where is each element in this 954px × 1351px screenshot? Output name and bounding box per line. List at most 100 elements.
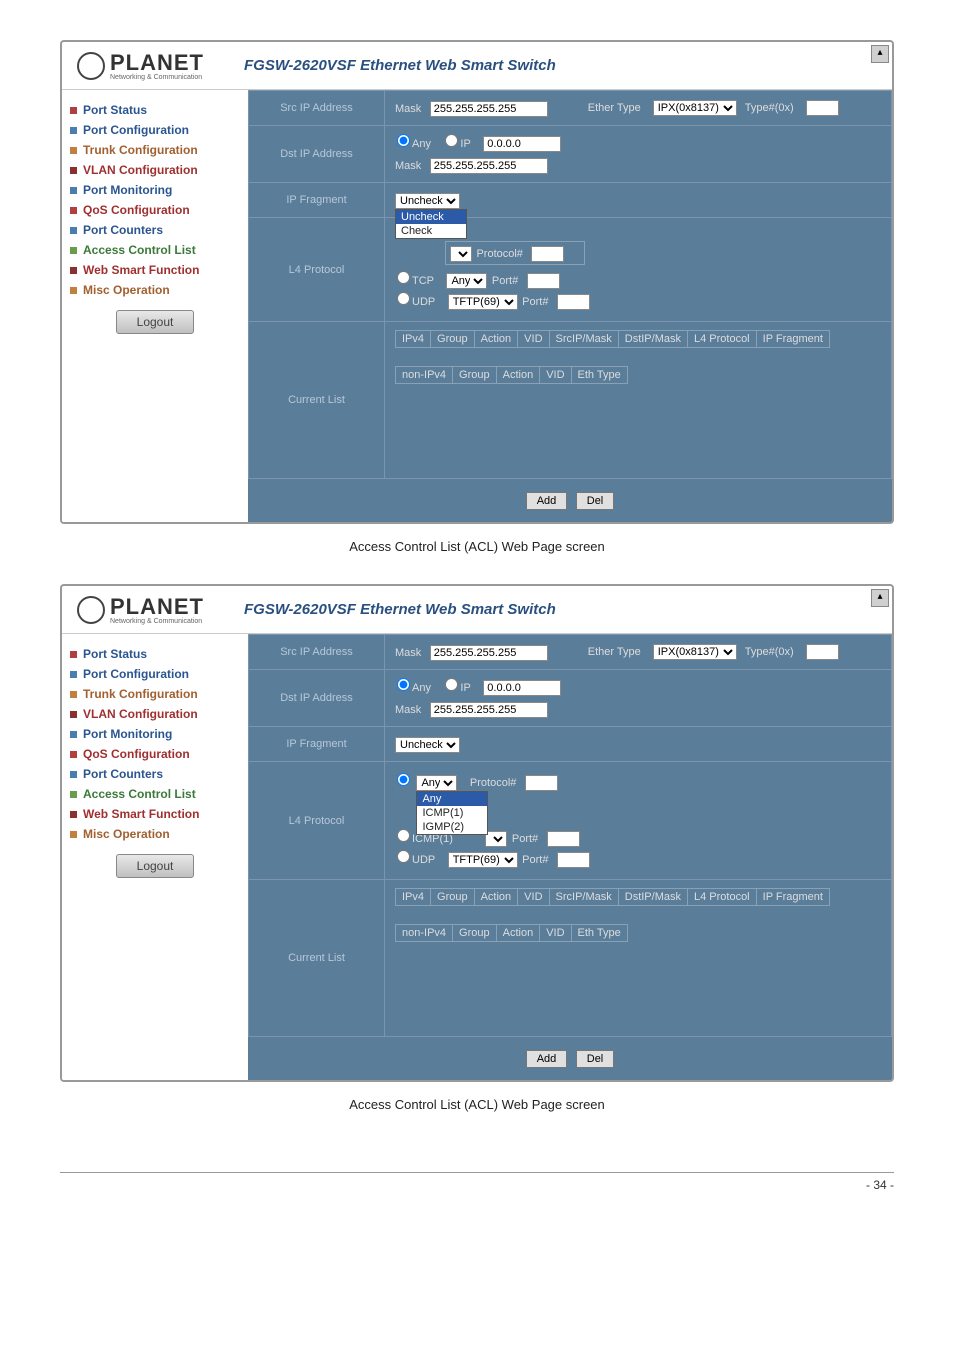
ipv4-table: IPv4GroupActionVIDSrcIP/MaskDstIP/MaskL4… xyxy=(395,330,830,348)
tcp-select[interactable]: Any xyxy=(446,273,487,289)
sidebar-item-web-smart[interactable]: Web Smart Function xyxy=(70,804,240,824)
header: PLANET Networking & Communication FGSW-2… xyxy=(62,586,892,634)
udp-select[interactable]: TFTP(69) xyxy=(448,294,518,310)
product-title: FGSW-2620VSF Ethernet Web Smart Switch xyxy=(244,57,556,74)
sidebar-item-port-counters[interactable]: Port Counters xyxy=(70,764,240,784)
logo-subtitle: Networking & Communication xyxy=(110,618,204,625)
main-panel: Src IP Address Mask Ether Type IPX(0x813… xyxy=(248,634,892,1080)
header: PLANET Networking & Communication FGSW-2… xyxy=(62,42,892,90)
sidebar-item-misc[interactable]: Misc Operation xyxy=(70,280,240,300)
logo: PLANET Networking & Communication xyxy=(77,594,204,625)
logo-icon xyxy=(77,52,105,80)
l4-protocol-label: L4 Protocol xyxy=(249,762,385,880)
src-ip-label: Src IP Address xyxy=(249,91,385,126)
logo-icon xyxy=(77,596,105,624)
nonipv4-table: non-IPv4GroupActionVIDEth Type xyxy=(395,366,628,384)
sidebar-item-misc[interactable]: Misc Operation xyxy=(70,824,240,844)
ether-type-label: Ether Type xyxy=(588,646,641,658)
ip-fragment-label: IP Fragment xyxy=(249,727,385,762)
dst-ip-radio[interactable] xyxy=(445,678,458,691)
ip-fragment-select[interactable]: Uncheck xyxy=(395,737,460,753)
current-list-label: Current List xyxy=(249,322,385,479)
l4-dropdown-list[interactable]: Any ICMP(1) IGMP(2) xyxy=(416,791,488,835)
logo-text: PLANET xyxy=(110,594,204,620)
l4-protocol-label: L4 Protocol xyxy=(249,218,385,322)
sidebar-item-port-status[interactable]: Port Status xyxy=(70,644,240,664)
ip-fragment-select[interactable]: Uncheck xyxy=(395,193,460,209)
ip-fragment-label: IP Fragment xyxy=(249,183,385,218)
udp-port-input[interactable] xyxy=(557,852,590,868)
sidebar-item-web-smart[interactable]: Web Smart Function xyxy=(70,260,240,280)
logout-button[interactable]: Logout xyxy=(116,310,195,334)
udp-port-input[interactable] xyxy=(557,294,590,310)
ether-type-label: Ether Type xyxy=(588,102,641,114)
sidebar-item-acl[interactable]: Access Control List xyxy=(70,240,240,260)
sidebar-item-trunk-config[interactable]: Trunk Configuration xyxy=(70,140,240,160)
sidebar-item-qos-config[interactable]: QoS Configuration xyxy=(70,200,240,220)
acl-screenshot-1: ▴ ▾ PLANET Networking & Communication FG… xyxy=(60,40,894,524)
tcp-radio[interactable] xyxy=(397,271,410,284)
sidebar: Port Status Port Configuration Trunk Con… xyxy=(62,634,248,1080)
ether-type-select[interactable]: IPX(0x8137) xyxy=(653,100,737,116)
sidebar-item-port-config[interactable]: Port Configuration xyxy=(70,664,240,684)
type-hash-input[interactable] xyxy=(806,644,839,660)
sidebar-item-vlan-config[interactable]: VLAN Configuration xyxy=(70,160,240,180)
src-ip-label: Src IP Address xyxy=(249,635,385,670)
ether-type-select[interactable]: IPX(0x8137) xyxy=(653,644,737,660)
del-button[interactable]: Del xyxy=(576,1050,615,1068)
sidebar-item-port-monitor[interactable]: Port Monitoring xyxy=(70,180,240,200)
l4-select[interactable]: Any xyxy=(416,775,457,791)
scroll-up-icon[interactable]: ▴ xyxy=(871,45,889,63)
caption-2: Access Control List (ACL) Web Page scree… xyxy=(60,1097,894,1112)
dst-ip-input[interactable] xyxy=(483,680,561,696)
sidebar-item-port-config[interactable]: Port Configuration xyxy=(70,120,240,140)
dst-mask-input[interactable] xyxy=(430,158,548,174)
port-input[interactable] xyxy=(547,831,580,847)
dst-ip-input[interactable] xyxy=(483,136,561,152)
add-button[interactable]: Add xyxy=(526,492,568,510)
dst-any-radio[interactable] xyxy=(397,134,410,147)
add-button[interactable]: Add xyxy=(526,1050,568,1068)
sidebar-item-vlan-config[interactable]: VLAN Configuration xyxy=(70,704,240,724)
product-title: FGSW-2620VSF Ethernet Web Smart Switch xyxy=(244,601,556,618)
dst-mask-input[interactable] xyxy=(430,702,548,718)
sidebar-item-port-counters[interactable]: Port Counters xyxy=(70,220,240,240)
logo-text: PLANET xyxy=(110,50,204,76)
logo: PLANET Networking & Communication xyxy=(77,50,204,81)
scroll-up-icon[interactable]: ▴ xyxy=(871,589,889,607)
protocol-num-input[interactable] xyxy=(525,775,558,791)
icmp-radio[interactable] xyxy=(397,829,410,842)
l4-any-radio[interactable] xyxy=(397,773,410,786)
udp-select[interactable]: TFTP(69) xyxy=(448,852,518,868)
del-button[interactable]: Del xyxy=(576,492,615,510)
main-panel: Src IP Address Mask Ether Type IPX(0x813… xyxy=(248,90,892,522)
type-hash-input[interactable] xyxy=(806,100,839,116)
current-list-label: Current List xyxy=(249,880,385,1037)
ipv4-table: IPv4GroupActionVIDSrcIP/MaskDstIP/MaskL4… xyxy=(395,888,830,906)
caption-1: Access Control List (ACL) Web Page scree… xyxy=(60,539,894,554)
acl-screenshot-2: ▴ ▾ PLANET Networking & Communication FG… xyxy=(60,584,894,1082)
udp-radio[interactable] xyxy=(397,292,410,305)
sidebar-item-port-status[interactable]: Port Status xyxy=(70,100,240,120)
sidebar-item-trunk-config[interactable]: Trunk Configuration xyxy=(70,684,240,704)
fragment-dropdown-list[interactable]: Uncheck Check xyxy=(395,209,467,239)
logout-button[interactable]: Logout xyxy=(116,854,195,878)
dst-ip-radio[interactable] xyxy=(445,134,458,147)
tcp-port-input[interactable] xyxy=(527,273,560,289)
dst-ip-label: Dst IP Address xyxy=(249,126,385,183)
protocol-select[interactable] xyxy=(450,246,472,262)
udp-radio[interactable] xyxy=(397,850,410,863)
src-mask-input[interactable] xyxy=(430,645,548,661)
sidebar: Port Status Port Configuration Trunk Con… xyxy=(62,90,248,522)
sidebar-item-port-monitor[interactable]: Port Monitoring xyxy=(70,724,240,744)
dst-any-radio[interactable] xyxy=(397,678,410,691)
nonipv4-table: non-IPv4GroupActionVIDEth Type xyxy=(395,924,628,942)
dst-ip-label: Dst IP Address xyxy=(249,670,385,727)
sidebar-item-qos-config[interactable]: QoS Configuration xyxy=(70,744,240,764)
logo-subtitle: Networking & Communication xyxy=(110,74,204,81)
page-number: - 34 - xyxy=(60,1172,894,1192)
port-select[interactable] xyxy=(485,831,507,847)
protocol-num-input[interactable] xyxy=(531,246,564,262)
sidebar-item-acl[interactable]: Access Control List xyxy=(70,784,240,804)
src-mask-input[interactable] xyxy=(430,101,548,117)
